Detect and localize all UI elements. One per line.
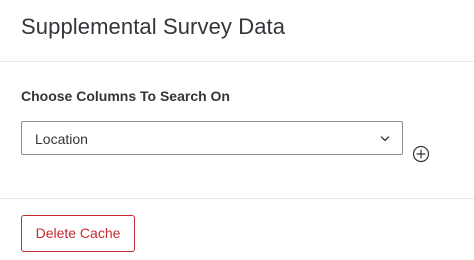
plus-circle-icon [412, 145, 430, 163]
column-select-value: Location [35, 131, 88, 147]
column-select-dropdown[interactable]: Location [21, 121, 403, 155]
panel-header: Supplemental Survey Data [0, 0, 474, 62]
panel-footer: Delete Cache [0, 199, 474, 260]
delete-cache-button[interactable]: Delete Cache [21, 215, 135, 252]
supplemental-survey-data-panel: Supplemental Survey Data Choose Columns … [0, 0, 474, 260]
chevron-down-icon [380, 136, 390, 142]
page-title: Supplemental Survey Data [21, 14, 286, 39]
search-columns-label: Choose Columns To Search On [21, 88, 230, 104]
search-columns-section: Choose Columns To Search On Location [0, 62, 474, 199]
add-column-button[interactable] [412, 145, 430, 163]
